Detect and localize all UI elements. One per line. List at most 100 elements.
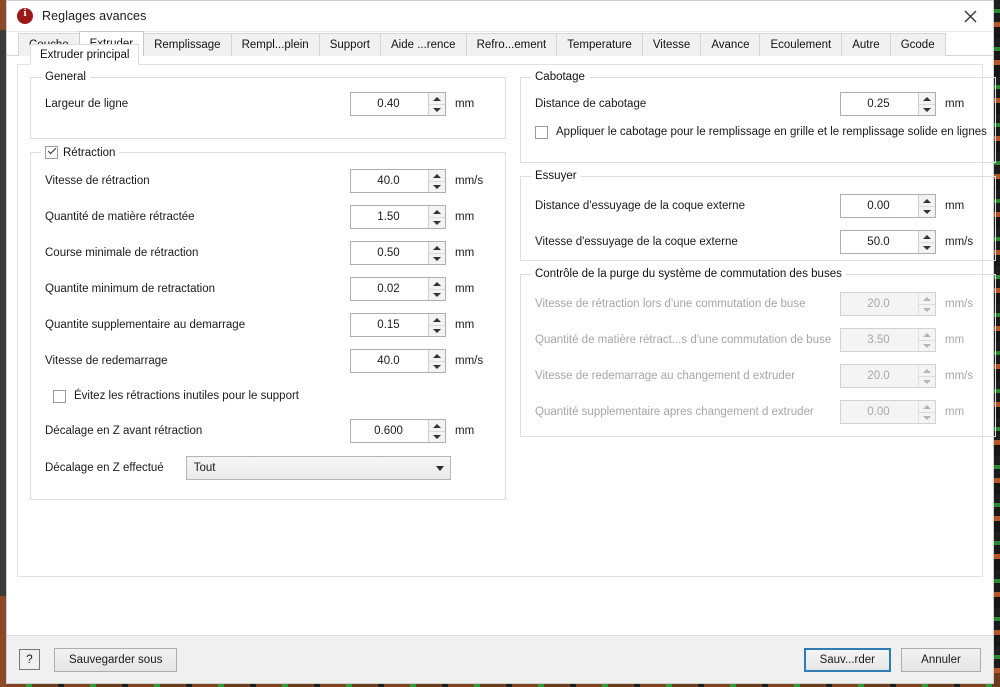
left-column: General Largeur de ligne 0.40 mm Rétract…: [30, 71, 506, 564]
spin-buttons[interactable]: [918, 93, 935, 115]
group-retraction-legend[interactable]: Rétraction: [41, 146, 120, 159]
spin-down-icon[interactable]: [429, 253, 445, 264]
group-purge-title: Contrôle de la purge du système de commu…: [535, 268, 842, 280]
spin-up-icon[interactable]: [919, 93, 935, 104]
course-minimale-de-retraction-spinbox[interactable]: 0.50: [350, 241, 446, 265]
spin-buttons[interactable]: [428, 170, 445, 192]
spin-down-icon: [919, 376, 935, 387]
spin-down-icon[interactable]: [429, 217, 445, 228]
spin-down-icon[interactable]: [429, 431, 445, 442]
spin-value: 20.0: [867, 298, 890, 310]
vitesse-de-retraction-spinbox[interactable]: 40.0: [350, 169, 446, 193]
group-cabotage: Cabotage Distance de cabotage 0.25 mm Ap…: [520, 71, 996, 163]
spin-up-icon[interactable]: [429, 420, 445, 431]
spin-value[interactable]: 0.40: [351, 93, 428, 115]
spin-value[interactable]: 50.0: [841, 231, 918, 253]
spin-buttons[interactable]: [918, 231, 935, 253]
quantite-de-matiere-retract-s-d-une-commutat-spinbox: 3.50: [840, 328, 936, 352]
distance-de-cabotage-spinbox[interactable]: 0.25: [840, 92, 936, 116]
field-unit: mm/s: [455, 175, 484, 187]
spin-buttons[interactable]: [428, 420, 445, 442]
spin-value[interactable]: 1.50: [351, 206, 428, 228]
spin-up-icon[interactable]: [919, 231, 935, 242]
field-unit: mm: [455, 247, 475, 259]
tab-gcode[interactable]: Gcode: [889, 33, 946, 56]
tab-support[interactable]: Support: [318, 33, 381, 56]
settings-tabbar[interactable]: CoucheExtruderRemplissageRempl...pleinSu…: [7, 31, 993, 56]
spin-up-icon[interactable]: [429, 314, 445, 325]
spin-down-icon[interactable]: [429, 289, 445, 300]
tab-avance[interactable]: Avance: [700, 33, 761, 56]
tab-refro-ement[interactable]: Refro...ement: [465, 33, 558, 56]
spin-down-icon[interactable]: [919, 104, 935, 115]
spin-buttons[interactable]: [428, 314, 445, 336]
save-button[interactable]: Sauv...rder: [803, 647, 891, 672]
avoid-useless-retractions-checkbox[interactable]: [53, 389, 66, 403]
spin-value[interactable]: 0.02: [351, 278, 428, 300]
close-icon[interactable]: [947, 1, 993, 31]
spin-value[interactable]: 0.50: [351, 242, 428, 264]
dialog-body: Extruder principal General Largeur de li…: [7, 44, 996, 635]
spin-value[interactable]: 40.0: [351, 170, 428, 192]
spin-value[interactable]: 40.0: [351, 350, 428, 372]
spin-down-icon[interactable]: [919, 242, 935, 253]
tab-ecoulement[interactable]: Ecoulement: [759, 33, 843, 56]
spin-down-icon[interactable]: [429, 325, 445, 336]
spin-up-icon[interactable]: [429, 242, 445, 253]
largeur-de-ligne-spinbox[interactable]: 0.40: [350, 92, 446, 116]
tab-vitesse[interactable]: Vitesse: [641, 33, 702, 56]
field-zhop-before-retraction: Décalage en Z avant rétraction 0.600 mm: [45, 413, 491, 449]
field-unit: mm/s: [945, 236, 974, 248]
quantite-minimum-de-retractation-spinbox[interactable]: 0.02: [350, 277, 446, 301]
apply-cabotage-checkbox[interactable]: [535, 125, 548, 139]
spin-up-icon[interactable]: [919, 195, 935, 206]
apply-cabotage-row[interactable]: Appliquer le cabotage pour le remplissag…: [535, 119, 987, 145]
tab-remplissage[interactable]: Remplissage: [143, 33, 232, 56]
spin-up-icon[interactable]: [429, 170, 445, 181]
info-circle-icon: [17, 7, 33, 24]
quantite-supplementaire-au-demarrage-spinbox[interactable]: 0.15: [350, 313, 446, 337]
zhop-mode-combobox[interactable]: Tout: [185, 456, 451, 480]
zhop-spinbox[interactable]: 0.600: [350, 419, 446, 443]
spin-buttons[interactable]: [428, 350, 445, 372]
field-label: Vitesse de redemarrage au changement d e…: [535, 370, 795, 382]
spin-up-icon[interactable]: [429, 350, 445, 361]
tab-rempl-plein[interactable]: Rempl...plein: [230, 33, 320, 56]
field-unit: mm: [455, 283, 475, 295]
field-largeur-de-ligne: Largeur de ligne 0.40 mm: [45, 89, 491, 119]
spin-buttons[interactable]: [918, 195, 935, 217]
zhop-mode-row: Décalage en Z effectué Tout: [45, 449, 491, 487]
spin-buttons[interactable]: [428, 242, 445, 264]
vitesse-de-redemarrage-spinbox[interactable]: 40.0: [350, 349, 446, 373]
cancel-button[interactable]: Annuler: [901, 647, 981, 672]
avoid-useless-retractions-row[interactable]: Évitez les rétractions inutiles pour le …: [45, 379, 491, 413]
extruder-subtabbar[interactable]: Extruder principal: [30, 44, 140, 85]
spin-down-icon[interactable]: [429, 361, 445, 372]
quantite-de-matiere-retractee-spinbox[interactable]: 1.50: [350, 205, 446, 229]
spin-up-icon[interactable]: [429, 206, 445, 217]
help-button[interactable]: ?: [19, 649, 40, 670]
save-as-button[interactable]: Sauvegarder sous: [54, 647, 178, 672]
spin-value[interactable]: 0.00: [841, 195, 918, 217]
spin-value[interactable]: 0.25: [841, 93, 918, 115]
distance-d-essuyage-de-la-coque-externe-spinbox[interactable]: 0.00: [840, 194, 936, 218]
spin-value[interactable]: 0.15: [351, 314, 428, 336]
spin-buttons[interactable]: [428, 206, 445, 228]
spin-buttons[interactable]: [428, 93, 445, 115]
spin-buttons[interactable]: [428, 278, 445, 300]
spin-down-icon[interactable]: [919, 206, 935, 217]
spin-value[interactable]: 0.600: [351, 420, 428, 442]
retraction-enable-checkbox[interactable]: [45, 146, 58, 159]
vitesse-d-essuyage-de-la-coque-externe-spinbox[interactable]: 50.0: [840, 230, 936, 254]
tab-autre[interactable]: Autre: [841, 33, 891, 56]
field-unit: mm/s: [945, 370, 974, 382]
spin-up-icon[interactable]: [429, 278, 445, 289]
spin-up-icon[interactable]: [429, 93, 445, 104]
spin-down-icon[interactable]: [429, 104, 445, 115]
vitesse-de-retraction-lors-d-une-commutation-spinbox: 20.0: [840, 292, 936, 316]
field-unit: mm: [455, 319, 475, 331]
tab-temperature[interactable]: Temperature: [556, 33, 643, 56]
tab-aide-rence[interactable]: Aide ...rence: [380, 33, 467, 56]
spin-down-icon[interactable]: [429, 181, 445, 192]
subtab-extruder-principal[interactable]: Extruder principal: [30, 44, 140, 65]
